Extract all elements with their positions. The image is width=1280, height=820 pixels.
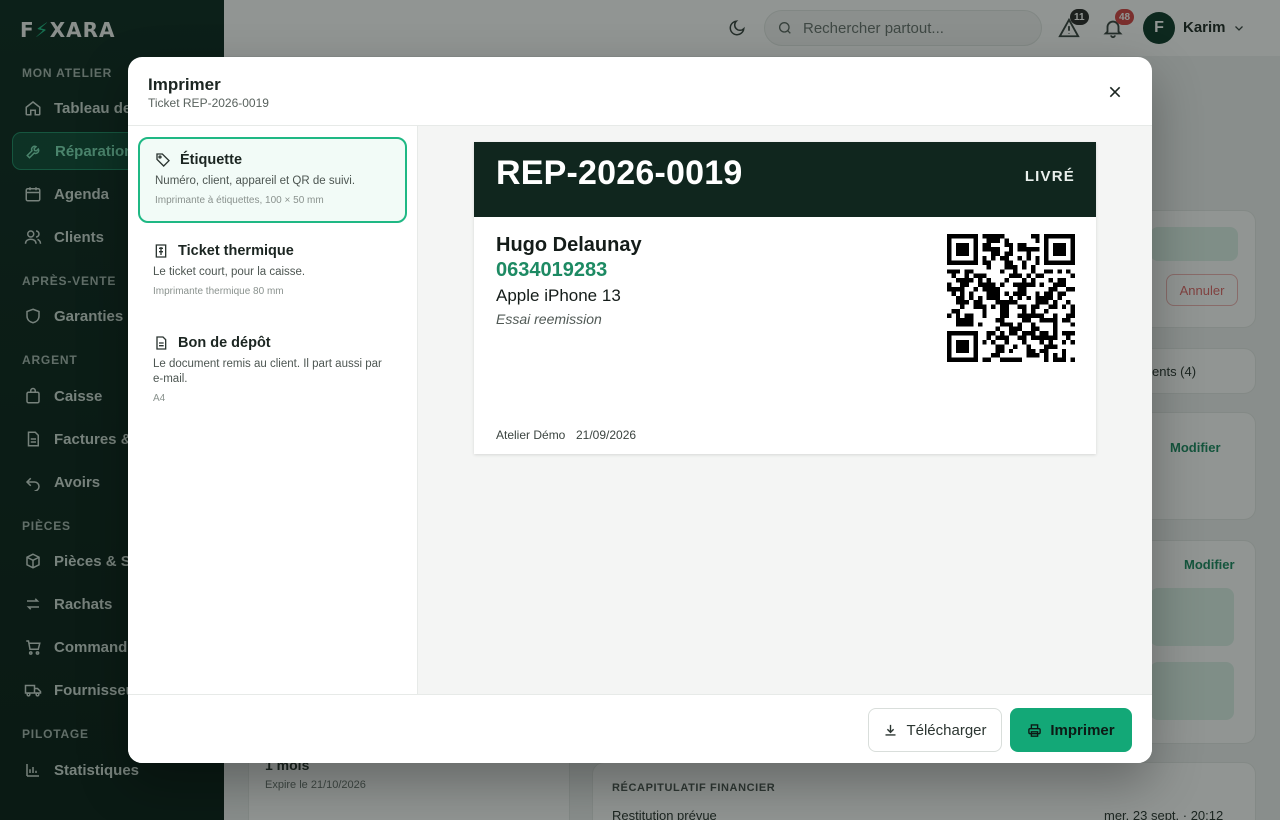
customer-phone: 0634019283	[496, 259, 608, 281]
print-preview-area: REP-2026-0019 LIVRÉ Hugo Delaunay 063401…	[418, 126, 1152, 694]
option-description: Numéro, client, appareil et QR de suivi.	[155, 175, 356, 187]
status-badge: LIVRÉ	[1024, 168, 1075, 185]
download-icon	[885, 724, 896, 736]
repair-reference: REP-2026-0019	[496, 154, 743, 192]
format-option-deposit[interactable]: Bon de dépôt Le document remis au client…	[138, 322, 407, 418]
option-meta: A4	[153, 393, 166, 404]
receipt-icon	[155, 244, 167, 258]
option-title: Étiquette	[180, 152, 243, 168]
option-description: Le ticket court, pour la caisse.	[153, 266, 306, 278]
label-header: REP-2026-0019 LIVRÉ	[474, 142, 1096, 217]
option-title: Bon de dépôt	[178, 335, 271, 351]
print-button[interactable]: Imprimer	[1010, 708, 1132, 752]
label-date: 21/09/2026	[576, 428, 637, 442]
print-label: Imprimer	[1050, 721, 1115, 739]
shop-name: Atelier Démo	[496, 428, 566, 442]
document-icon	[156, 336, 167, 350]
print-dialog: Imprimer Ticket REP-2026-0019 Étiquette …	[128, 57, 1152, 763]
qr-code-icon	[947, 234, 1075, 362]
repair-note: Essai reemission	[496, 311, 602, 327]
option-meta: Imprimante à étiquettes, 100 × 50 mm	[155, 195, 324, 206]
download-button[interactable]: Télécharger	[868, 708, 1002, 752]
dialog-subtitle: Ticket REP-2026-0019	[148, 96, 269, 110]
download-label: Télécharger	[906, 721, 987, 739]
close-icon	[1109, 86, 1121, 98]
option-meta: Imprimante thermique 80 mm	[153, 286, 284, 297]
print-format-list: Étiquette Numéro, client, appareil et QR…	[128, 126, 418, 694]
customer-name: Hugo Delaunay	[496, 234, 642, 256]
format-option-label[interactable]: Étiquette Numéro, client, appareil et QR…	[138, 137, 407, 223]
printer-icon	[1028, 723, 1042, 737]
option-title: Ticket thermique	[178, 243, 294, 259]
close-button[interactable]	[1104, 81, 1126, 103]
dialog-title: Imprimer	[148, 75, 221, 94]
device-name: Apple iPhone 13	[496, 286, 621, 305]
label-preview: REP-2026-0019 LIVRÉ Hugo Delaunay 063401…	[474, 142, 1096, 454]
tag-icon	[156, 153, 170, 167]
dialog-header: Imprimer Ticket REP-2026-0019	[128, 57, 1152, 126]
option-description: Le document remis au client. Il part aus…	[153, 358, 382, 385]
dialog-footer: Télécharger Imprimer	[128, 694, 1152, 763]
format-option-thermal[interactable]: Ticket thermique Le ticket court, pour l…	[138, 230, 407, 314]
